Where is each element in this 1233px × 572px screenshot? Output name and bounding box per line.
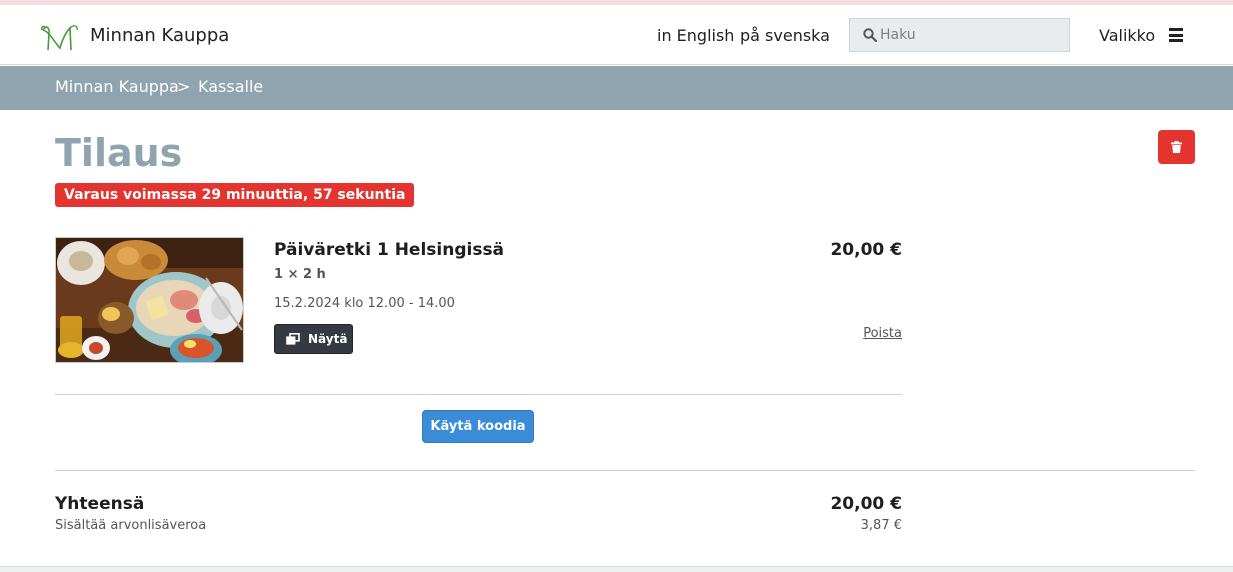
site-header: Minnan Kauppa in English på svenska Vali…	[0, 5, 1233, 65]
breakfast-photo	[56, 238, 243, 362]
vat-label: Sisältää arvonlisäveroa	[55, 518, 207, 533]
item-name: Päiväretki 1 Helsingissä	[274, 240, 505, 260]
trash-icon	[1171, 141, 1182, 153]
item-divider	[55, 394, 902, 395]
language-swedish-link[interactable]: på svenska	[740, 26, 830, 45]
show-item-button[interactable]: Näytä	[274, 324, 353, 354]
total-label: Yhteensä	[55, 494, 145, 514]
footer-edge	[0, 566, 1233, 572]
windows-icon	[286, 333, 300, 345]
site-name[interactable]: Minnan Kauppa	[90, 25, 229, 46]
language-english-link[interactable]: in English	[657, 26, 734, 45]
page-title: Tilaus	[55, 131, 183, 175]
use-code-button[interactable]: Käytä koodia	[422, 410, 534, 443]
reservation-timer-badge: Varaus voimassa 29 minuuttia, 57 sekunti…	[55, 183, 415, 207]
search-input[interactable]	[880, 19, 1065, 51]
hamburger-icon	[1169, 28, 1184, 42]
menu-label: Valikko	[1099, 25, 1156, 45]
breadcrumb-current: Kassalle	[198, 77, 264, 96]
product-image[interactable]	[55, 237, 244, 363]
leaf-m-logo[interactable]	[40, 22, 80, 52]
breadcrumb-separator: >	[177, 77, 191, 96]
menu-button[interactable]: Valikko	[1099, 23, 1184, 47]
item-price: 20,00 €	[830, 240, 902, 260]
remove-item-link[interactable]: Poista	[863, 326, 902, 341]
total-divider	[55, 470, 1195, 471]
breadcrumb: Minnan Kauppa > Kassalle	[0, 66, 1233, 110]
vat-value: 3,87 €	[860, 518, 902, 533]
show-item-label: Näytä	[308, 332, 348, 346]
search-icon	[863, 28, 877, 42]
breadcrumb-home-link[interactable]: Minnan Kauppa	[55, 77, 179, 96]
delete-order-button[interactable]	[1158, 130, 1195, 164]
total-value: 20,00 €	[830, 494, 902, 514]
item-quantity: 1 × 2 h	[274, 267, 326, 282]
search-box	[849, 18, 1070, 52]
item-date: 15.2.2024 klo 12.00 - 14.00	[274, 296, 455, 311]
